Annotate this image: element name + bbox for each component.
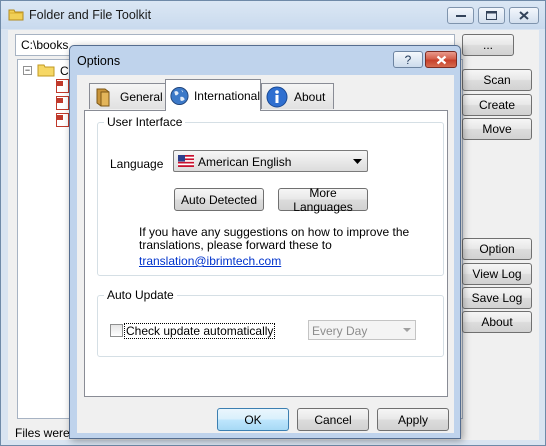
user-interface-group: User Interface Language American English… xyxy=(97,115,444,276)
language-select[interactable]: American English xyxy=(173,150,368,172)
suggestion-line-2: translations, please forward these to xyxy=(139,238,332,252)
user-interface-legend: User Interface xyxy=(104,115,186,129)
main-close-button[interactable] xyxy=(509,7,539,24)
globe-icon xyxy=(170,86,189,105)
suggestion-text: If you have any suggestions on how to im… xyxy=(139,226,429,252)
collapse-icon[interactable]: − xyxy=(23,66,32,75)
translation-email-link[interactable]: translation@ibrimtech.com xyxy=(139,254,281,268)
scan-button[interactable]: Scan xyxy=(462,69,532,91)
book-icon xyxy=(96,88,110,106)
dialog-title-bar[interactable]: Options ? xyxy=(70,46,460,75)
auto-update-legend: Auto Update xyxy=(104,288,177,302)
maximize-button[interactable] xyxy=(478,7,505,24)
us-flag-icon xyxy=(178,155,194,167)
language-value: American English xyxy=(198,155,292,169)
tab-general[interactable]: General xyxy=(89,83,166,109)
option-button[interactable]: Option xyxy=(462,238,532,260)
ok-button[interactable]: OK xyxy=(217,408,289,431)
tab-international[interactable]: International xyxy=(165,79,261,111)
cancel-button[interactable]: Cancel xyxy=(297,408,369,431)
international-panel: User Interface Language American English… xyxy=(84,110,448,397)
close-icon xyxy=(436,55,446,64)
chevron-down-icon xyxy=(353,159,362,164)
folder-icon xyxy=(37,63,55,80)
minimize-icon xyxy=(455,14,466,17)
close-icon xyxy=(519,11,529,20)
tab-international-label: International xyxy=(193,88,260,103)
update-frequency-value: Every Day xyxy=(312,324,368,338)
about-button[interactable]: About xyxy=(462,311,532,333)
chevron-down-icon xyxy=(403,328,411,332)
dialog-close-button[interactable] xyxy=(425,51,457,68)
more-languages-button[interactable]: More Languages xyxy=(278,186,368,214)
help-icon: ? xyxy=(404,52,412,67)
create-button[interactable]: Create xyxy=(462,94,532,116)
minimize-button[interactable] xyxy=(447,7,474,24)
apply-button[interactable]: Apply xyxy=(377,408,449,431)
view-log-button[interactable]: View Log xyxy=(462,263,532,285)
auto-update-group: Auto Update Check update automatically E… xyxy=(97,288,444,357)
file-icon[interactable] xyxy=(56,113,69,127)
info-icon xyxy=(266,86,288,107)
dialog-client-area: General International About User Interfa… xyxy=(77,75,454,433)
folder-icon xyxy=(8,7,24,21)
maximize-icon xyxy=(486,11,497,20)
update-frequency-select: Every Day xyxy=(308,320,416,340)
auto-detected-button[interactable]: Auto Detected xyxy=(174,188,264,211)
file-icon[interactable] xyxy=(56,96,69,110)
dialog-title: Options xyxy=(77,54,121,68)
help-button[interactable]: ? xyxy=(393,51,423,68)
move-button[interactable]: Move xyxy=(462,118,532,140)
language-label: Language xyxy=(110,157,164,171)
tab-about-label: About xyxy=(294,89,326,104)
browse-button[interactable]: ... xyxy=(462,34,514,56)
options-dialog: Options ? General International About Us… xyxy=(69,45,461,439)
tab-about[interactable]: About xyxy=(261,83,334,109)
tab-general-label: General xyxy=(120,89,163,104)
auto-update-checkbox-label[interactable]: Check update automatically xyxy=(124,323,276,339)
auto-update-checkbox[interactable] xyxy=(110,324,123,337)
main-window-title: Folder and File Toolkit xyxy=(29,8,152,22)
save-log-button[interactable]: Save Log xyxy=(462,287,532,309)
main-title-bar[interactable]: Folder and File Toolkit xyxy=(1,1,545,29)
file-icon[interactable] xyxy=(56,79,69,93)
